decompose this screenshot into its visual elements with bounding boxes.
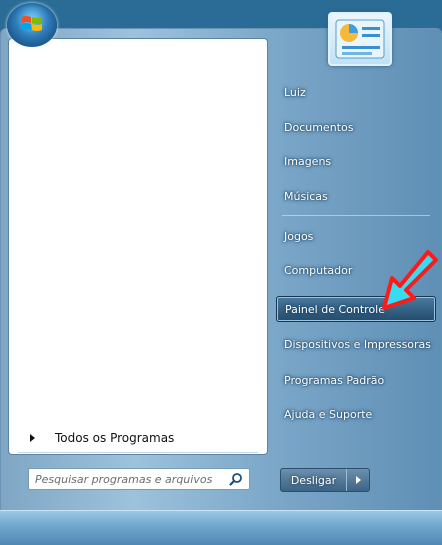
right-item-label: Dispositivos e Impressoras [284,337,432,351]
right-item-label: Documentos [284,120,354,134]
user-picture[interactable] [328,12,392,66]
right-item-label: Computador [284,263,353,277]
search-input[interactable] [29,470,229,488]
control-panel-icon [335,19,385,59]
right-item-help-support[interactable]: Ajuda e Suporte [276,401,436,427]
start-button[interactable] [7,3,57,47]
right-item-label: Jogos [284,229,314,243]
search-box[interactable] [28,468,250,490]
taskbar [0,510,442,545]
right-item-documents[interactable]: Documentos [276,114,436,140]
shutdown-options-button[interactable] [346,469,369,491]
annotation-arrow-icon [382,250,438,310]
triangle-right-icon [30,434,35,442]
shutdown-button[interactable]: Desligar [281,469,346,491]
right-item-games[interactable]: Jogos [276,223,436,249]
pinned-programs-pane [8,38,268,455]
divider [282,215,430,216]
right-item-pictures[interactable]: Imagens [276,148,436,174]
magnifier-icon[interactable] [229,472,243,486]
right-item-devices-printers[interactable]: Dispositivos e Impressoras [276,331,436,357]
right-item-label: Painel de Controle [285,302,386,316]
right-item-music[interactable]: Músicas [276,183,436,209]
shutdown-button-group: Desligar [280,468,370,492]
right-item-label: Ajuda e Suporte [284,407,373,421]
right-item-label: Programas Padrão [284,373,385,387]
right-item-label: Músicas [284,189,328,203]
all-programs-button[interactable]: Todos os Programas [26,427,266,449]
right-item-label: Imagens [284,154,332,168]
right-item-label: Luiz [284,85,306,99]
right-item-user[interactable]: Luiz [276,79,436,105]
divider [18,452,258,453]
right-item-default-programs[interactable]: Programas Padrão [276,367,436,393]
windows-logo-icon [22,16,42,31]
all-programs-label: Todos os Programas [55,431,175,445]
triangle-right-icon [355,476,361,484]
